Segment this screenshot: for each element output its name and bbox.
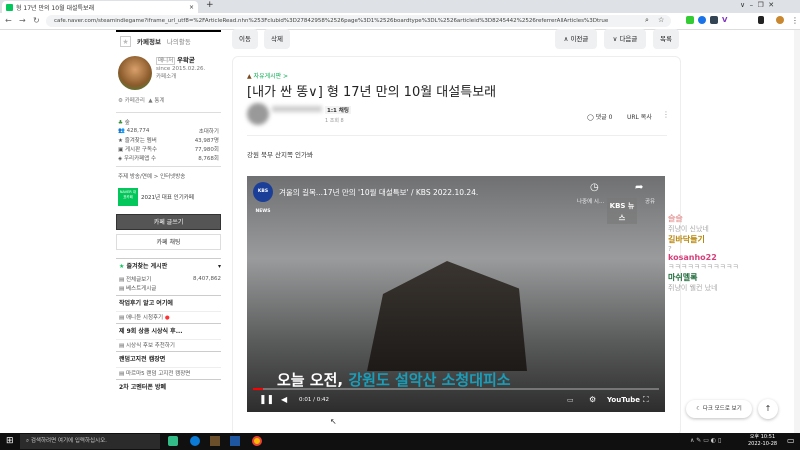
chat-overlay: 슬슬 쥐냥이 신났네 길바닥들기 ? kosanho22 ㅋㅋㅋㅋㅋㅋㅋㅋㅋㅋㅋ…	[668, 213, 798, 293]
url-input[interactable]: cafe.naver.com/steamindiegame?iframe_url…	[46, 15, 671, 27]
topic: 주제 방송/연예 > 인터넷방송	[116, 166, 221, 185]
menu-icon[interactable]: ⋮	[791, 16, 799, 25]
cafe-manage-link[interactable]: 카페관리	[125, 98, 145, 104]
write-post-button[interactable]: 카페 글쓰기	[116, 214, 221, 230]
invite-link[interactable]: 초대하기	[199, 127, 219, 135]
windows-start-icon[interactable]: ⊞	[6, 436, 14, 446]
edge-icon[interactable]	[190, 436, 200, 446]
members-icon: 👥	[118, 127, 125, 134]
cafe-chat-button[interactable]: 카페 채팅	[116, 234, 221, 250]
prev-post-button[interactable]: ∧ 이전글	[555, 29, 597, 49]
board-all-posts[interactable]: 전체글보기	[126, 277, 151, 283]
more-icon[interactable]: ⋮	[662, 110, 670, 119]
kbs-watermark: KBS 뉴스	[607, 198, 637, 224]
author-avatar	[247, 103, 269, 125]
list-button[interactable]: 목록	[653, 29, 679, 49]
pause-icon[interactable]: ❚❚	[259, 395, 274, 405]
app-icon[interactable]	[230, 436, 240, 446]
move-button[interactable]: 이동	[232, 29, 258, 49]
address-bar: ← → ↻ cafe.naver.com/steamindiegame?ifra…	[0, 13, 800, 30]
tab-cafe-info[interactable]: 카페정보	[137, 36, 161, 46]
tree-icon: ♣	[118, 119, 123, 126]
divider	[247, 135, 667, 136]
board-link[interactable]: 마르마5 랜덤 고지전 캠장면	[126, 371, 190, 377]
video-title[interactable]: 겨울의 길목...17년 만의 '10월 대설특보' / KBS 2022.10…	[279, 187, 478, 198]
url-copy-button[interactable]: URL 복사	[627, 112, 652, 121]
zoom-icon[interactable]: ⌕	[645, 16, 653, 24]
back-icon[interactable]: ←	[5, 16, 12, 25]
board-link[interactable]: 애니듣 시청후기	[126, 315, 163, 321]
scroll-top-button[interactable]: ↑	[758, 399, 778, 419]
scrollbar[interactable]	[794, 30, 800, 433]
reload-icon[interactable]: ↻	[33, 16, 40, 25]
forward-icon[interactable]: →	[19, 16, 26, 25]
star-icon[interactable]: ★	[120, 35, 131, 47]
extension-icon[interactable]	[758, 16, 764, 24]
chat-username: 길바닥들기	[668, 235, 705, 244]
share-icon[interactable]: ➦	[635, 182, 643, 193]
video-frame-building	[367, 261, 527, 371]
board-link[interactable]: 시상식 후보 추천하기	[126, 343, 175, 349]
collapse-icon[interactable]: ▾	[218, 259, 221, 274]
profile-avatar[interactable]	[776, 16, 784, 24]
article-title: [내가 싼 똥∨] 형 17년 만의 10월 대설특보래	[247, 85, 497, 100]
cafe-intro-link[interactable]: 카페소개	[156, 74, 176, 80]
chat-message: 쥐냥이 신났네	[668, 225, 709, 233]
next-post-button[interactable]: ∨ 다음글	[604, 29, 646, 49]
notification-icon[interactable]: ▭	[787, 436, 795, 445]
chrome-icon[interactable]	[252, 436, 262, 446]
window-controls[interactable]: ∨ – ❐ ✕	[740, 1, 774, 9]
tab-bar: 형 17년 만의 10월 대설특보래 × + ∨ – ❐ ✕	[0, 0, 800, 13]
youtube-player[interactable]: KBS NEWS 겨울의 길목...17년 만의 '10월 대설특보' / KB…	[247, 176, 665, 412]
chat-message: ?	[668, 245, 672, 253]
board-best[interactable]: 베스트게시글	[126, 286, 156, 292]
dark-mode-button[interactable]: ☾ 다크 모드로 보기	[686, 400, 752, 418]
chat-badge[interactable]: 1:1 채팅	[325, 106, 351, 114]
naver-cafe-icon	[6, 3, 13, 11]
delete-button[interactable]: 삭제	[264, 29, 290, 49]
cafe-sidebar: ★ 카페정보 나의활동 매니저 우왁굳 since 2015.02.26. 카페소개 ⚙…	[116, 30, 221, 395]
extension-icon[interactable]	[710, 16, 718, 24]
system-tray[interactable]: ∧ ✎ ▭ ◐ ▯	[690, 437, 721, 444]
taskbar-search[interactable]: ⌕ 검색하려면 여기에 입력하십시오.	[20, 434, 160, 449]
minecraft-icon[interactable]	[210, 436, 220, 446]
video-caption: 오늘 오전, 강원도 설악산 소청대피소	[277, 371, 511, 389]
cafe-avatar	[118, 56, 152, 90]
taskbar: ⊞ ⌕ 검색하려면 여기에 입력하십시오. ∧ ✎ ▭ ◐ ▯ 오후 10:51…	[0, 433, 800, 450]
tab-my-activity[interactable]: 나의활동	[167, 36, 191, 46]
board-link[interactable]: ▲ 자유게시판 >	[247, 71, 288, 80]
extension-icon[interactable]	[698, 16, 706, 24]
app-icon[interactable]	[168, 436, 178, 446]
comments-link[interactable]: ◯ 댓글 0	[587, 112, 612, 121]
chat-username: 마쉬멜록	[668, 273, 698, 282]
extension-icon[interactable]	[686, 16, 694, 24]
mouse-cursor: ↖	[330, 417, 337, 426]
channel-logo[interactable]: KBS NEWS	[253, 182, 273, 214]
youtube-logo[interactable]: YouTube	[607, 396, 640, 404]
author-name-blurred	[272, 106, 322, 112]
manager-name[interactable]: 우왁굳	[177, 56, 195, 64]
browser-tab[interactable]: 형 17년 만의 10월 대설특보래 ×	[2, 1, 198, 13]
new-tab-icon[interactable]: +	[206, 0, 214, 10]
subtitles-icon[interactable]: ▭	[567, 396, 574, 404]
article-body: 강원 북부 산지쪽 인가봐	[247, 151, 313, 159]
progress-bar[interactable]	[253, 388, 659, 390]
fullscreen-icon[interactable]: ⛶	[643, 395, 649, 405]
settings-icon[interactable]: ⚙	[589, 395, 596, 404]
naver-badge: NAVER 대표카페	[118, 188, 138, 206]
clock-icon[interactable]: ◷	[590, 182, 599, 193]
bookmark-star-icon[interactable]: ☆	[658, 16, 666, 24]
clock[interactable]: 오후 10:51 2022-10-28	[748, 434, 777, 448]
chat-message: ㅋㅋㅋㅋㅋㅋㅋㅋㅋㅋㅋ	[668, 263, 739, 271]
stats-link[interactable]: 통계	[154, 98, 164, 104]
extension-icon[interactable]: V	[722, 16, 730, 24]
volume-icon[interactable]: ◀	[281, 395, 287, 404]
chat-message: 쥐냥이 웰컨 났네	[668, 284, 718, 292]
chat-username: 슬슬	[668, 214, 683, 223]
close-tab-icon[interactable]: ×	[189, 4, 194, 11]
chat-username: kosanho22	[668, 253, 717, 262]
